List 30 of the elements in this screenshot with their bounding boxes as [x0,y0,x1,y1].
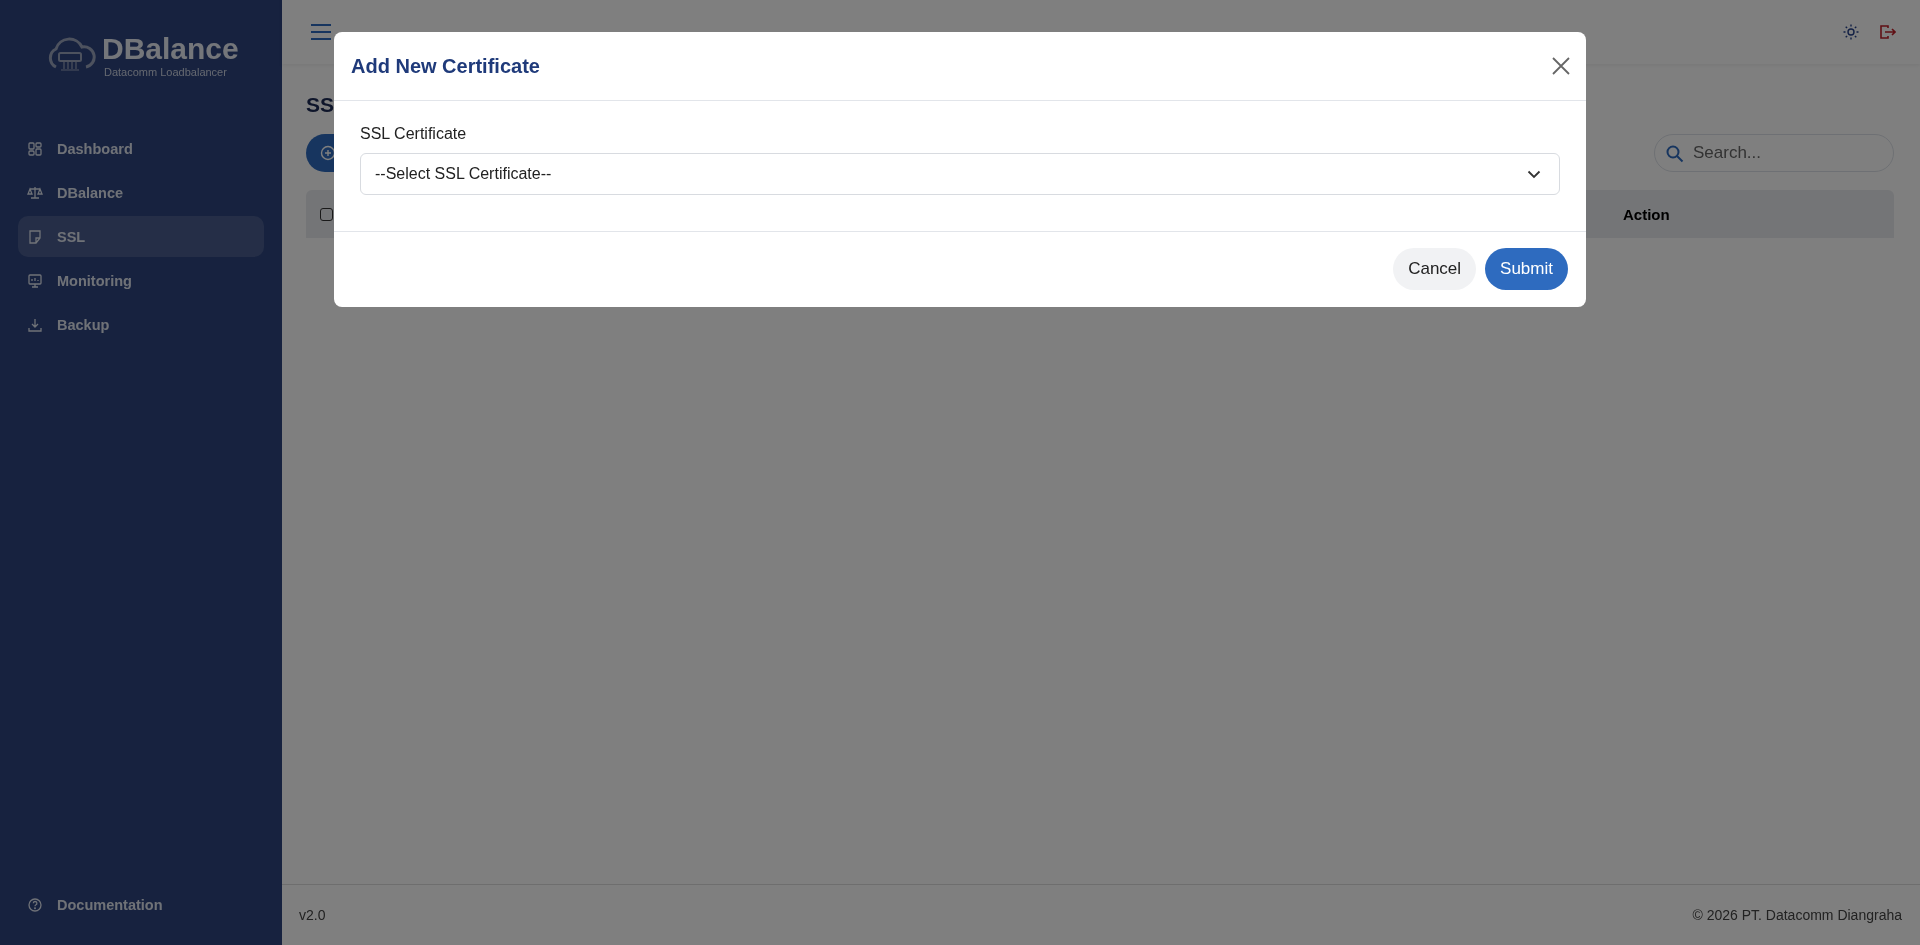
search-field[interactable]: Search... [1654,134,1894,172]
documentation-link[interactable]: Documentation [18,884,264,925]
sidebar-item[interactable]: Backup [18,304,264,345]
download-icon [27,316,43,333]
sidebar-item[interactable]: Monitoring [18,260,264,301]
scale-icon [27,184,43,201]
certificate-select[interactable]: --Select SSL Certificate-- [360,153,1560,195]
page-title: SS [306,92,335,118]
note-icon [27,228,43,245]
monitor-icon [27,272,43,289]
cancel-button[interactable]: Cancel [1393,248,1477,290]
help-icon [27,896,43,913]
brand-tagline: Datacomm Loadbalancer [103,66,228,78]
chevron-down-icon [1527,169,1541,179]
version-label: v2.0 [299,907,326,923]
logout-icon[interactable] [1879,24,1896,40]
submit-button[interactable]: Submit [1485,248,1568,290]
close-icon[interactable] [1552,57,1570,75]
sidebar-item[interactable]: Dashboard [18,128,264,169]
sun-icon[interactable] [1843,24,1859,40]
menu-icon[interactable] [310,23,332,41]
modal-title: Add New Certificate [351,54,540,78]
field-label: SSL Certificate [360,125,468,143]
sidebar-item[interactable]: SSL [18,216,264,257]
sidebar-item[interactable]: DBalance [18,172,264,213]
column-header: Action [1623,205,1670,223]
select-all-checkbox[interactable] [320,207,333,221]
brand-name: DBalance [102,32,239,66]
grid-icon [27,140,43,157]
copyright-text: © 2026 PT. Datacomm Diangraha [1692,907,1902,923]
